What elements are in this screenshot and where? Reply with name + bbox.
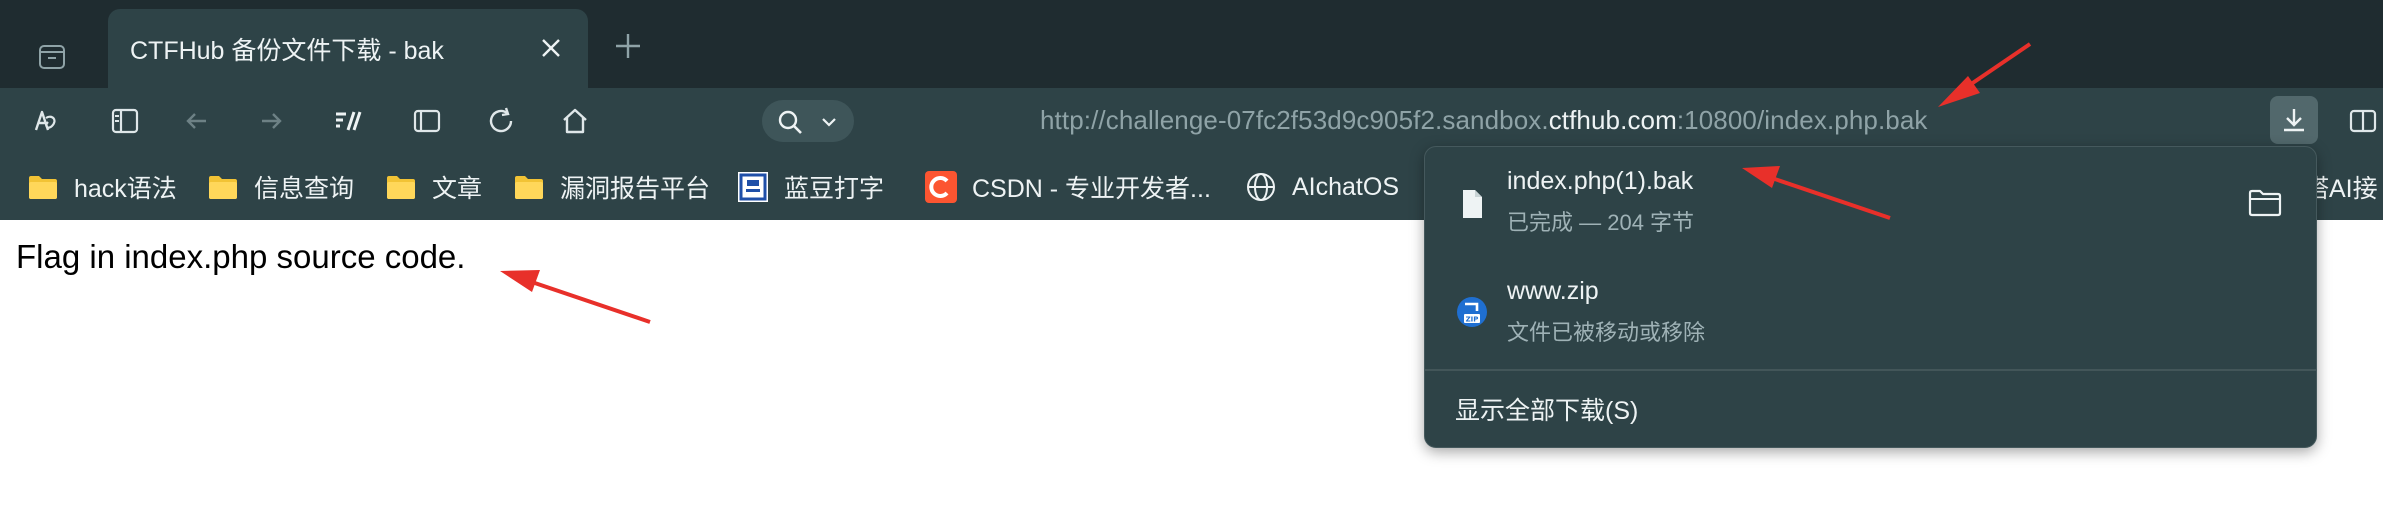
url-host: ctfhub.com <box>1548 105 1677 135</box>
folder-icon <box>209 176 237 199</box>
downloads-panel: index.php(1).bak 已完成 — 204 字节 ZIP www.zi… <box>1424 146 2317 448</box>
download-status: 文件已被移动或移除 <box>1507 320 1706 345</box>
bluedou-icon <box>738 172 768 202</box>
download-icon <box>2284 109 2304 132</box>
bookmark-label: 蓝豆打字 <box>784 175 885 203</box>
download-item[interactable]: ZIP www.zip 文件已被移动或移除 <box>1425 257 2316 367</box>
sidebar-toggle-icon[interactable] <box>2346 104 2380 138</box>
tab-active[interactable]: CTFHub 备份文件下载 - bak <box>108 9 588 88</box>
chevron-down-icon <box>822 118 836 127</box>
bookmark-label: CSDN - 专业开发者... <box>972 175 1211 203</box>
downloads-button[interactable] <box>2270 96 2318 144</box>
bookmark-label: 信息查询 <box>254 175 355 203</box>
zip-icon: ZIP <box>1457 297 1487 327</box>
csdn-icon <box>925 171 957 203</box>
file-icon <box>1463 190 1482 218</box>
home-icon[interactable] <box>558 104 592 138</box>
show-all-downloads-link[interactable]: 显示全部下载(S) <box>1455 391 1638 427</box>
bookmark-label: 文章 <box>432 175 483 203</box>
page-message: Flag in index.php source code. <box>16 238 466 275</box>
bookmark-aichatos[interactable]: AIchatOS <box>1244 154 1399 220</box>
bookmark-folder-vuln[interactable]: 漏洞报告平台 <box>512 154 710 220</box>
download-item[interactable]: index.php(1).bak 已完成 — 204 字节 <box>1425 147 2316 257</box>
url-suffix: :10800/index.php.bak <box>1676 105 1928 135</box>
bookmark-csdn[interactable]: CSDN - 专业开发者... <box>924 154 1211 220</box>
open-folder-icon[interactable] <box>2245 183 2285 223</box>
forward-arrow-icon[interactable] <box>254 104 288 138</box>
copilot-icon[interactable] <box>28 104 62 138</box>
tab-actions-icon[interactable] <box>36 40 68 72</box>
bookmark-folder-hack[interactable]: hack语法 <box>26 154 177 220</box>
folder-icon <box>515 176 543 199</box>
bookmark-folder-articles[interactable]: 文章 <box>384 154 482 220</box>
refresh-icon[interactable] <box>484 104 518 138</box>
bookmark-label: AIchatOS <box>1292 172 1399 201</box>
tab-strip: CTFHub 备份文件下载 - bak <box>0 0 2383 88</box>
bookmark-bluedou[interactable]: 蓝豆打字 <box>736 154 884 220</box>
download-status: 已完成 — 204 字节 <box>1507 210 1695 235</box>
folder-icon <box>29 176 57 199</box>
extension-icon[interactable] <box>330 104 364 138</box>
search-engine-button[interactable] <box>762 100 854 142</box>
divider <box>1425 369 2316 371</box>
download-filename: index.php(1).bak <box>1507 167 1694 195</box>
search-icon <box>778 110 802 134</box>
close-icon[interactable] <box>538 35 564 61</box>
bookmark-folder-info[interactable]: 信息查询 <box>206 154 354 220</box>
navigation-toolbar: http://challenge-07fc2f53d9c905f2.sandbo… <box>0 88 2383 154</box>
back-arrow-icon[interactable] <box>180 104 214 138</box>
bookmark-label: hack语法 <box>74 175 177 203</box>
folder-icon <box>387 176 415 199</box>
new-tab-icon[interactable] <box>612 30 644 62</box>
sidebar-tabs-icon[interactable] <box>108 104 142 138</box>
download-filename: www.zip <box>1507 277 1599 305</box>
svg-text:ZIP: ZIP <box>1466 316 1479 324</box>
address-bar[interactable]: http://challenge-07fc2f53d9c905f2.sandbo… <box>1040 105 1928 136</box>
url-prefix: http://challenge-07fc2f53d9c905f2.sandbo… <box>1040 105 1549 135</box>
split-screen-icon[interactable] <box>410 104 444 138</box>
globe-icon <box>1247 173 1275 201</box>
browser-window: CTFHub 备份文件下载 - bak http://challenge-07f… <box>0 0 2383 517</box>
bookmark-label: 漏洞报告平台 <box>560 175 711 203</box>
tab-title: CTFHub 备份文件下载 - bak <box>130 37 444 65</box>
